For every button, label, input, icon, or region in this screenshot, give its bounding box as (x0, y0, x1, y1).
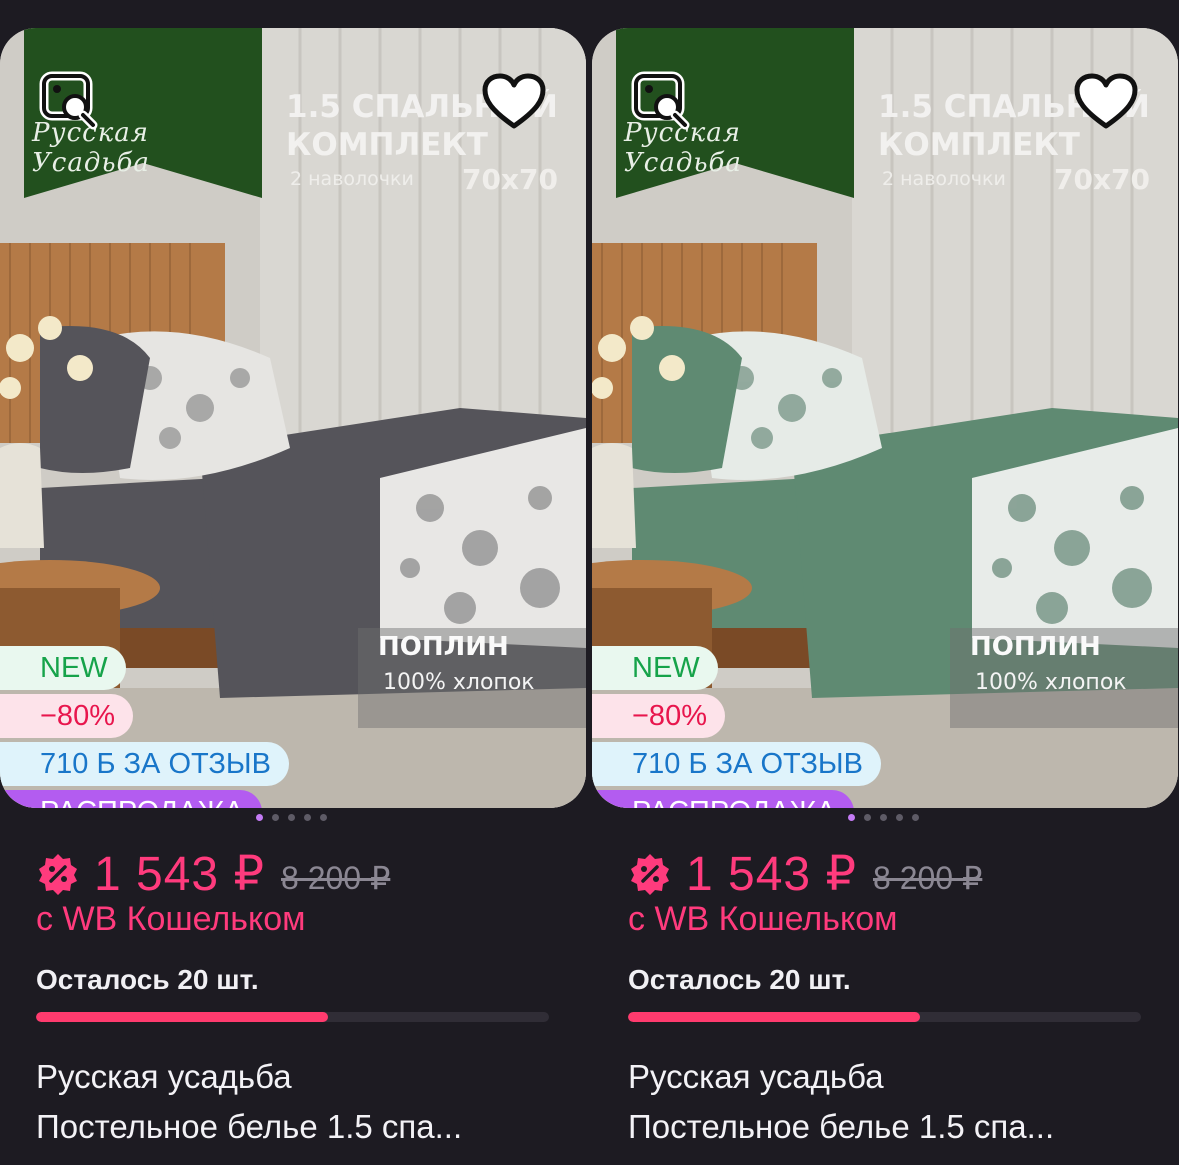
image-search-icon (631, 71, 690, 130)
image-search-icon (39, 71, 98, 130)
product-title-line: Русская усадьба (36, 1058, 292, 1095)
price-row: 1 543 ₽ 8 200 ₽ (36, 846, 390, 902)
slide-dot (864, 814, 871, 821)
badge-sale: РАСПРОДАЖА (0, 790, 262, 808)
promo-size: 70х70 (1054, 163, 1150, 196)
price: 1 543 ₽ (686, 848, 857, 901)
wallet-discount-icon (39, 854, 77, 895)
badge-review-bonus: 710 Б ЗА ОТЗЫВ (0, 742, 289, 786)
product-title-line: Постельное белье 1.5 спа... (36, 1108, 463, 1145)
price-row: 1 543 ₽ 8 200 ₽ (628, 846, 982, 902)
stock-progress-fill (628, 1012, 921, 1022)
stock-progress-bar (36, 1012, 549, 1022)
slide-dot (320, 814, 327, 821)
slide-dot (912, 814, 919, 821)
product-photo[interactable]: Русская Усадьба 1.5 СПАЛЬНЫЙ КОМПЛЕКТ 2 … (592, 28, 1178, 808)
badge-new: NEW (0, 646, 126, 690)
product-photo[interactable]: Русская Усадьба 1.5 СПАЛЬНЫЙ КОМПЛЕКТ 2 … (0, 28, 586, 808)
badge-discount: −80% (592, 694, 725, 738)
image-search-button[interactable] (36, 68, 104, 136)
slide-dot (256, 814, 263, 821)
material-title: ПОПЛИН (378, 632, 509, 662)
price: 1 543 ₽ (94, 848, 265, 901)
product-title[interactable]: Русская усадьба Постельное белье 1.5 спа… (628, 1052, 1148, 1152)
material-sub: 100% хлопок (383, 670, 535, 695)
image-search-button[interactable] (628, 68, 696, 136)
material-sub: 100% хлопок (975, 670, 1127, 695)
badge-discount: −80% (0, 694, 133, 738)
promo-pillowcases: 2 наволочки (882, 168, 1006, 190)
badge-new: NEW (592, 646, 718, 690)
slide-indicator (256, 814, 327, 821)
material-title: ПОПЛИН (970, 632, 1101, 662)
wallet-discount-icon (631, 854, 669, 895)
badge-sale: РАСПРОДАЖА (592, 790, 854, 808)
stock-remaining: Осталось 20 шт. (628, 964, 851, 995)
product-card[interactable]: Русская Усадьба 1.5 СПАЛЬНЫЙ КОМПЛЕКТ 2 … (0, 28, 586, 1165)
slide-indicator (848, 814, 919, 821)
promo-pillowcases: 2 наволочки (290, 168, 414, 190)
favorite-button[interactable] (478, 68, 550, 136)
slide-dot (288, 814, 295, 821)
product-card[interactable]: Русская Усадьба 1.5 СПАЛЬНЫЙ КОМПЛЕКТ 2 … (592, 28, 1178, 1165)
stock-progress-bar (628, 1012, 1141, 1022)
wallet-price-note: с WB Кошельком (628, 900, 898, 938)
slide-dot (880, 814, 887, 821)
old-price: 8 200 ₽ (281, 860, 391, 896)
slide-dot (896, 814, 903, 821)
stock-remaining: Осталось 20 шт. (36, 964, 259, 995)
slide-dot (304, 814, 311, 821)
badge-review-bonus: 710 Б ЗА ОТЗЫВ (592, 742, 881, 786)
wallet-price-note: с WB Кошельком (36, 900, 306, 938)
product-title-line: Русская усадьба (628, 1058, 884, 1095)
stock-progress-fill (36, 1012, 329, 1022)
slide-dot (272, 814, 279, 821)
slide-dot (848, 814, 855, 821)
heart-icon (1074, 73, 1138, 129)
product-title-line: Постельное белье 1.5 спа... (628, 1108, 1055, 1145)
old-price: 8 200 ₽ (873, 860, 983, 896)
product-title[interactable]: Русская усадьба Постельное белье 1.5 спа… (36, 1052, 556, 1152)
promo-size: 70х70 (462, 163, 558, 196)
heart-icon (482, 73, 546, 129)
favorite-button[interactable] (1070, 68, 1142, 136)
